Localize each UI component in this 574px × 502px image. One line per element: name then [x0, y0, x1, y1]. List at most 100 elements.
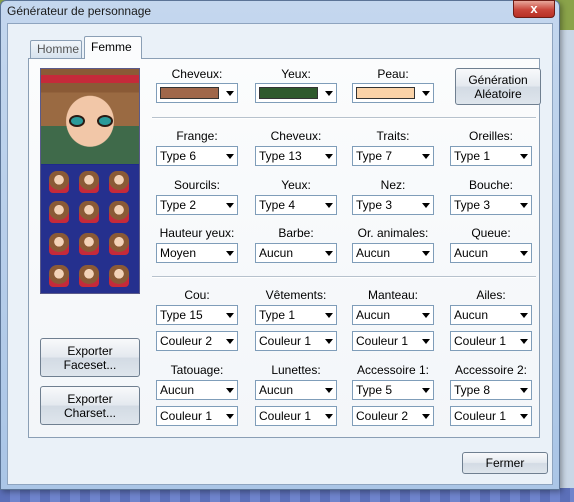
part-type-select[interactable]: Type 2 — [156, 195, 238, 215]
accessory-type-select[interactable]: Aucun — [255, 380, 337, 400]
chevron-down-icon — [325, 251, 333, 256]
skin-color-select[interactable] — [352, 83, 434, 103]
separator — [152, 117, 536, 119]
part-type-select[interactable]: Aucun — [352, 243, 434, 263]
field-label: Frange: — [176, 129, 218, 143]
field-label: Sourcils: — [173, 178, 220, 192]
select-value: Type 3 — [356, 198, 393, 212]
select-value: Moyen — [160, 246, 197, 260]
part-type-select[interactable]: Type 1 — [450, 146, 532, 166]
accessory-type-select[interactable]: Aucun — [156, 380, 238, 400]
skin-color-swatch — [356, 87, 415, 99]
export-faceset-line2: Faceset... — [63, 357, 117, 372]
field-label: Yeux: — [281, 178, 311, 192]
separator — [152, 276, 536, 278]
field-label: Traits: — [376, 129, 410, 143]
select-value: Type 6 — [160, 149, 197, 163]
select-value: Type 4 — [259, 198, 296, 212]
select-value: Aucun — [356, 246, 391, 260]
sprite-frame — [109, 233, 129, 255]
accessory-type-select[interactable]: Type 5 — [352, 380, 434, 400]
chevron-down-icon — [226, 251, 234, 256]
select-value: Type 3 — [454, 198, 491, 212]
accessory-type-select[interactable]: Aucun — [450, 305, 532, 325]
part-type-select[interactable]: Type 13 — [255, 146, 337, 166]
sprite-frame — [49, 201, 69, 223]
field-label: Hauteur yeux: — [159, 226, 235, 240]
chevron-down-icon — [422, 91, 430, 96]
chevron-down-icon — [422, 388, 430, 393]
sprite-frame — [49, 171, 69, 193]
field-label: Lunettes: — [271, 363, 321, 377]
part-type-select[interactable]: Aucun — [255, 243, 337, 263]
chevron-down-icon — [226, 91, 234, 96]
chevron-down-icon — [325, 154, 333, 159]
title-bar[interactable]: Générateur de personnage x — [1, 0, 559, 23]
faceset-preview — [41, 69, 139, 164]
field-label: Oreilles: — [468, 129, 513, 143]
chevron-down-icon — [226, 339, 234, 344]
hair-color-label: Cheveux: — [171, 67, 223, 81]
field-label: Manteau: — [367, 288, 419, 302]
hair-color-select[interactable] — [156, 83, 238, 103]
chevron-down-icon — [422, 154, 430, 159]
export-faceset-button[interactable]: Exporter Faceset... — [40, 338, 140, 377]
part-type-select[interactable]: Moyen — [156, 243, 238, 263]
chevron-down-icon — [325, 388, 333, 393]
accessory-color-select[interactable]: Couleur 1 — [352, 331, 434, 351]
select-value: Aucun — [356, 308, 391, 322]
accessory-color-select[interactable]: Couleur 2 — [156, 331, 238, 351]
hair-color-swatch — [160, 87, 219, 99]
sprite-frame — [109, 201, 129, 223]
field-label: Nez: — [380, 178, 406, 192]
tab-femme[interactable]: Femme — [84, 36, 142, 59]
chevron-down-icon — [325, 203, 333, 208]
part-type-select[interactable]: Type 4 — [255, 195, 337, 215]
field-label: Accessoire 1: — [356, 363, 430, 377]
sprite-frame — [49, 265, 69, 287]
accessory-type-select[interactable]: Aucun — [352, 305, 434, 325]
chevron-down-icon — [520, 414, 528, 419]
accessory-color-select[interactable]: Couleur 1 — [450, 406, 532, 426]
accessory-type-select[interactable]: Type 15 — [156, 305, 238, 325]
sprite-frame — [109, 265, 129, 287]
select-value: Couleur 1 — [356, 334, 409, 348]
accessory-color-select[interactable]: Couleur 1 — [255, 331, 337, 351]
part-type-select[interactable]: Type 3 — [450, 195, 532, 215]
field-label: Bouche: — [468, 178, 514, 192]
accessory-type-select[interactable]: Type 1 — [255, 305, 337, 325]
part-type-select[interactable]: Type 7 — [352, 146, 434, 166]
select-value: Aucun — [454, 308, 489, 322]
export-charset-button[interactable]: Exporter Charset... — [40, 386, 140, 425]
export-charset-line2: Charset... — [63, 405, 117, 420]
chevron-down-icon — [520, 203, 528, 208]
part-type-select[interactable]: Aucun — [450, 243, 532, 263]
chevron-down-icon — [520, 313, 528, 318]
chevron-down-icon — [325, 91, 333, 96]
select-value: Type 1 — [454, 149, 491, 163]
accessory-color-select[interactable]: Couleur 1 — [255, 406, 337, 426]
chevron-down-icon — [226, 388, 234, 393]
chevron-down-icon — [226, 203, 234, 208]
chevron-down-icon — [422, 313, 430, 318]
window-title: Générateur de personnage — [7, 4, 152, 18]
sprite-frame — [79, 201, 99, 223]
part-type-select[interactable]: Type 6 — [156, 146, 238, 166]
close-button[interactable]: Fermer — [462, 452, 548, 474]
select-value: Couleur 1 — [259, 409, 312, 423]
chevron-down-icon — [226, 154, 234, 159]
character-preview — [40, 68, 140, 294]
sprite-frame — [49, 233, 69, 255]
accessory-type-select[interactable]: Type 8 — [450, 380, 532, 400]
select-value: Couleur 2 — [356, 409, 409, 423]
select-value: Type 2 — [160, 198, 197, 212]
tab-homme[interactable]: Homme — [30, 40, 82, 58]
accessory-color-select[interactable]: Couleur 1 — [156, 406, 238, 426]
accessory-color-select[interactable]: Couleur 1 — [450, 331, 532, 351]
window-close-button[interactable]: x — [513, 0, 555, 18]
eye-color-label: Yeux: — [281, 67, 311, 81]
eye-color-select[interactable] — [255, 83, 337, 103]
part-type-select[interactable]: Type 3 — [352, 195, 434, 215]
accessory-color-select[interactable]: Couleur 2 — [352, 406, 434, 426]
random-generation-button[interactable]: Génération Aléatoire — [455, 68, 541, 105]
